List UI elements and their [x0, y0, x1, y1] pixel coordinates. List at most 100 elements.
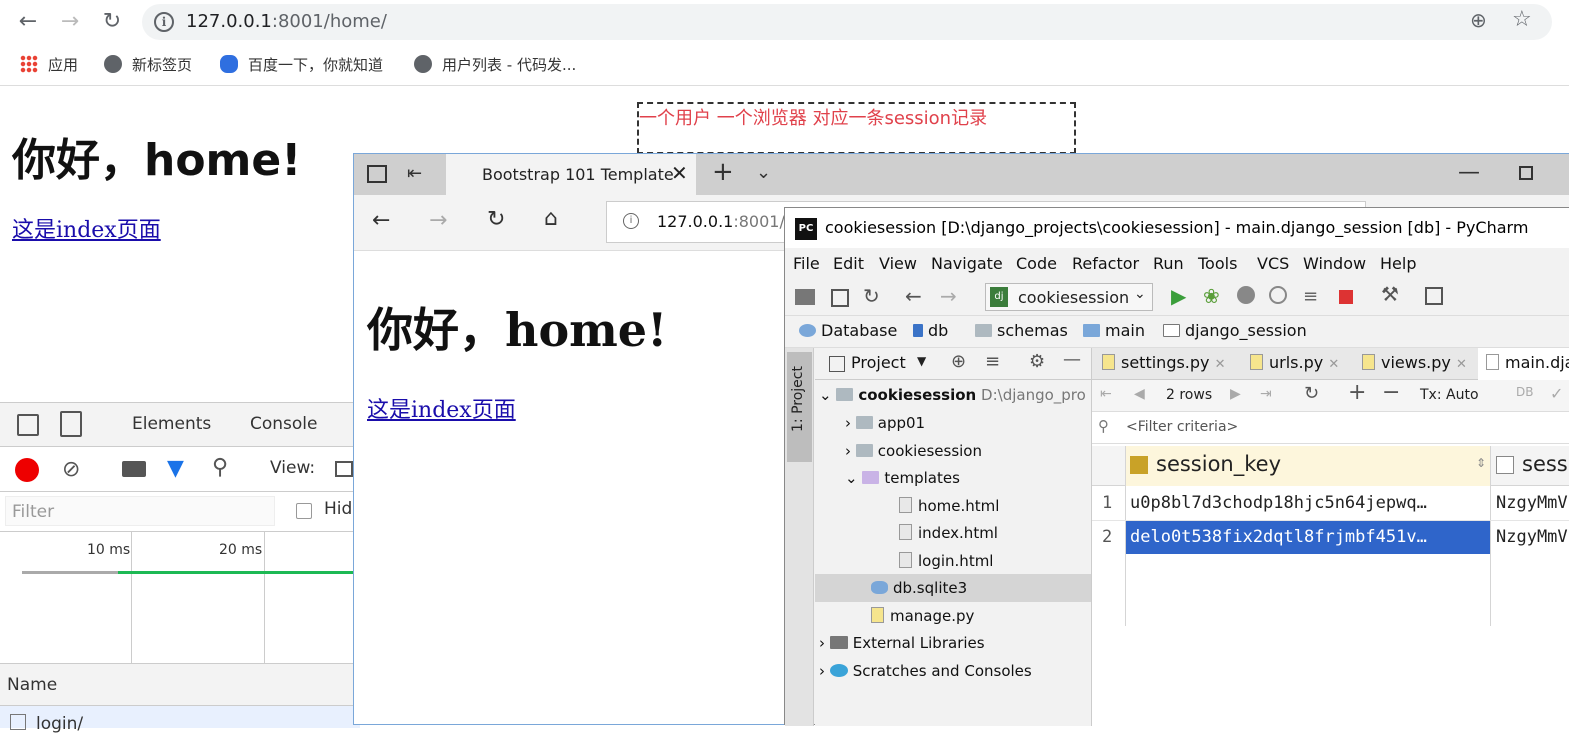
- menu-refactor[interactable]: Refactor: [1072, 254, 1139, 273]
- tree-item-external-libraries[interactable]: › External Libraries: [819, 634, 985, 652]
- rows-count[interactable]: 2 rows: [1166, 387, 1212, 403]
- hide-data-urls-checkbox[interactable]: [296, 503, 312, 519]
- last-page-icon[interactable]: ⇥: [1260, 386, 1272, 402]
- tx-mode-select[interactable]: Tx: Auto: [1420, 387, 1479, 403]
- device-icon[interactable]: [60, 411, 82, 437]
- filter-input[interactable]: Filter: [5, 496, 275, 526]
- tab-settings-py[interactable]: settings.py ✕: [1102, 353, 1226, 372]
- debug-icon[interactable]: ❀: [1203, 284, 1220, 308]
- filter-row[interactable]: ⚲ <Filter criteria>: [1092, 412, 1569, 444]
- table-row[interactable]: 1 u0p8bl7d3chodp18hjc5n64jepwq… NzgyMmV: [1092, 487, 1569, 520]
- record-icon[interactable]: [15, 458, 39, 482]
- edge-index-link[interactable]: 这是index页面: [367, 392, 516, 424]
- tab-views-py[interactable]: views.py ✕: [1362, 353, 1467, 372]
- bookmark-baidu[interactable]: 百度一下，你就知道: [220, 54, 383, 75]
- filter-icon[interactable]: ▼: [167, 456, 184, 481]
- zoom-icon[interactable]: ⊕: [1470, 8, 1487, 32]
- project-tool-tab[interactable]: 1: Project: [787, 352, 812, 462]
- bookmark-new-tab[interactable]: 新标签页: [104, 54, 192, 75]
- info-icon[interactable]: i: [154, 12, 174, 32]
- menu-edit[interactable]: Edit: [833, 254, 864, 273]
- address-bar[interactable]: i 127.0.0.1:8001/home/ ⊕ ☆: [142, 4, 1552, 40]
- breadcrumb-database[interactable]: Database: [799, 321, 897, 340]
- locate-icon[interactable]: ⊕: [951, 351, 966, 372]
- edge-tab[interactable]: Bootstrap 101 Template ✕: [446, 154, 696, 195]
- reload-icon[interactable]: ↻: [97, 7, 127, 37]
- cell-session-key[interactable]: u0p8bl7d3chodp18hjc5n64jepwq…: [1130, 493, 1427, 513]
- menu-window[interactable]: Window: [1303, 254, 1366, 273]
- db-push-icon[interactable]: DB: [1516, 385, 1533, 399]
- tree-item-manage-py[interactable]: manage.py: [871, 607, 974, 625]
- tree-item-login-html[interactable]: login.html: [899, 552, 993, 570]
- refresh-icon[interactable]: ↻: [1304, 383, 1319, 404]
- forward-icon[interactable]: →: [55, 7, 85, 37]
- gear-icon[interactable]: ⚙: [1029, 351, 1045, 372]
- tree-item-scratches[interactable]: › Scratches and Consoles: [819, 662, 1032, 680]
- prev-page-icon[interactable]: ◀: [1134, 386, 1145, 402]
- clear-icon[interactable]: ⊘: [62, 457, 80, 482]
- maximize-icon[interactable]: [1519, 166, 1533, 180]
- delete-row-icon[interactable]: −: [1382, 380, 1400, 405]
- tree-item-db-sqlite3[interactable]: db.sqlite3: [871, 579, 967, 597]
- run-icon[interactable]: ▶: [1171, 284, 1186, 308]
- set-aside-icon[interactable]: ⇤: [407, 163, 422, 184]
- close-icon[interactable]: ✕: [1215, 357, 1226, 372]
- index-link[interactable]: 这是index页面: [12, 212, 161, 244]
- collapse-icon[interactable]: ≡: [985, 351, 1000, 372]
- breadcrumb-db[interactable]: db: [913, 321, 948, 340]
- bookmark-user-list[interactable]: 用户列表 - 代码发...: [414, 54, 576, 75]
- minimize-icon[interactable]: —: [1458, 160, 1480, 185]
- filter-criteria-input[interactable]: <Filter criteria>: [1126, 419, 1238, 435]
- column-session-data[interactable]: sessi: [1492, 446, 1569, 486]
- menu-code[interactable]: Code: [1016, 254, 1057, 273]
- stop-icon[interactable]: [1339, 290, 1353, 304]
- chevron-down-icon[interactable]: ▼: [917, 354, 926, 368]
- tree-item-cookiesession[interactable]: › cookiesession: [845, 442, 982, 460]
- breadcrumb-django-session[interactable]: django_session: [1163, 321, 1307, 340]
- tab-main-table[interactable]: main.dja: [1478, 348, 1569, 380]
- forward-icon[interactable]: →: [429, 208, 447, 233]
- menu-run[interactable]: Run: [1153, 254, 1184, 273]
- search-icon[interactable]: ⚲: [212, 455, 228, 480]
- list-view-icon[interactable]: [335, 461, 353, 477]
- tab-elements[interactable]: Elements: [132, 414, 211, 434]
- run-config-select[interactable]: dj cookiesession ⌄: [985, 283, 1153, 311]
- menu-view[interactable]: View: [879, 254, 917, 273]
- profile-icon[interactable]: [1269, 286, 1287, 304]
- tree-root[interactable]: ⌄ cookiesession D:\django_pro: [819, 386, 1086, 404]
- submit-icon[interactable]: ✓: [1550, 384, 1563, 403]
- url-text[interactable]: 127.0.0.1:8001/home/: [186, 11, 387, 32]
- home-icon[interactable]: ⌂: [544, 206, 558, 231]
- camera-icon[interactable]: [122, 461, 146, 477]
- request-name[interactable]: login/: [36, 714, 83, 734]
- menu-tools[interactable]: Tools: [1198, 254, 1237, 273]
- refresh-icon[interactable]: ↻: [487, 207, 505, 232]
- open-icon[interactable]: [795, 289, 815, 305]
- tree-item-app01[interactable]: › app01: [845, 414, 925, 432]
- close-tab-icon[interactable]: ✕: [671, 161, 688, 185]
- back-icon[interactable]: ←: [372, 208, 390, 233]
- breadcrumb-schemas[interactable]: schemas: [975, 321, 1068, 340]
- menu-navigate[interactable]: Navigate: [931, 254, 1003, 273]
- sort-icon[interactable]: ⇕: [1476, 456, 1486, 470]
- menu-help[interactable]: Help: [1380, 254, 1416, 273]
- cell-session-data[interactable]: NzgyMmV: [1496, 527, 1568, 547]
- tree-item-templates[interactable]: ⌄ templates: [845, 469, 960, 487]
- selected-cell[interactable]: delo0t538fix2dqtl8frjmbf451v…: [1126, 521, 1490, 554]
- nav-forward-icon[interactable]: →: [940, 284, 957, 308]
- cell-session-data[interactable]: NzgyMmV: [1496, 493, 1568, 513]
- star-icon[interactable]: ☆: [1512, 7, 1532, 32]
- menu-file[interactable]: File: [793, 254, 820, 273]
- chevron-down-icon[interactable]: ⌄: [756, 162, 771, 183]
- column-session-key[interactable]: session_key ⇕: [1126, 446, 1490, 486]
- concurrency-icon[interactable]: ≡: [1303, 286, 1318, 307]
- coverage-icon[interactable]: [1237, 286, 1255, 304]
- tab-console[interactable]: Console: [250, 414, 318, 434]
- nav-back-icon[interactable]: ←: [905, 284, 922, 308]
- close-icon[interactable]: ✕: [1456, 357, 1467, 372]
- breadcrumb-main[interactable]: main: [1083, 321, 1145, 340]
- wrench-icon[interactable]: ⚒: [1381, 282, 1399, 306]
- table-row[interactable]: 2 delo0t538fix2dqtl8frjmbf451v… NzgyMmV: [1092, 520, 1569, 554]
- save-icon[interactable]: [831, 289, 849, 307]
- close-icon[interactable]: ✕: [1328, 357, 1339, 372]
